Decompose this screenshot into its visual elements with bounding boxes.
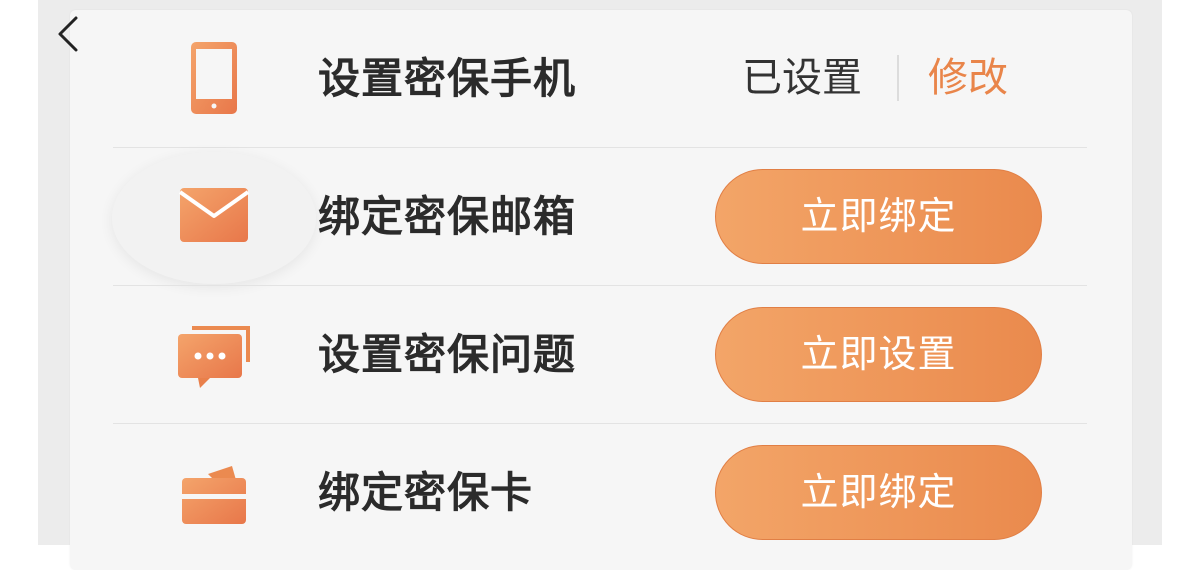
row-security-email: 绑定密保邮箱 立即绑定	[70, 148, 1132, 285]
row-title: 设置密保手机	[318, 54, 577, 103]
row-title: 绑定密保邮箱	[318, 192, 577, 241]
bind-email-button[interactable]: 立即绑定	[715, 169, 1042, 264]
row-title: 绑定密保卡	[318, 468, 534, 517]
card-icon	[174, 450, 254, 530]
row-security-question: 设置密保问题 立即设置	[70, 286, 1132, 423]
modify-link[interactable]: 修改	[928, 10, 1008, 147]
mail-icon	[174, 174, 254, 254]
row-title: 设置密保问题	[318, 330, 577, 379]
row-security-card: 绑定密保卡 立即绑定	[70, 424, 1132, 561]
chat-bubble-icon	[174, 312, 254, 392]
set-question-button[interactable]: 立即设置	[715, 307, 1042, 402]
bind-card-button[interactable]: 立即绑定	[715, 445, 1042, 540]
status-text: 已设置	[742, 55, 862, 101]
row-security-phone: 设置密保手机 已设置 修改	[70, 10, 1132, 147]
status-divider	[897, 55, 899, 101]
phone-icon	[174, 36, 254, 116]
